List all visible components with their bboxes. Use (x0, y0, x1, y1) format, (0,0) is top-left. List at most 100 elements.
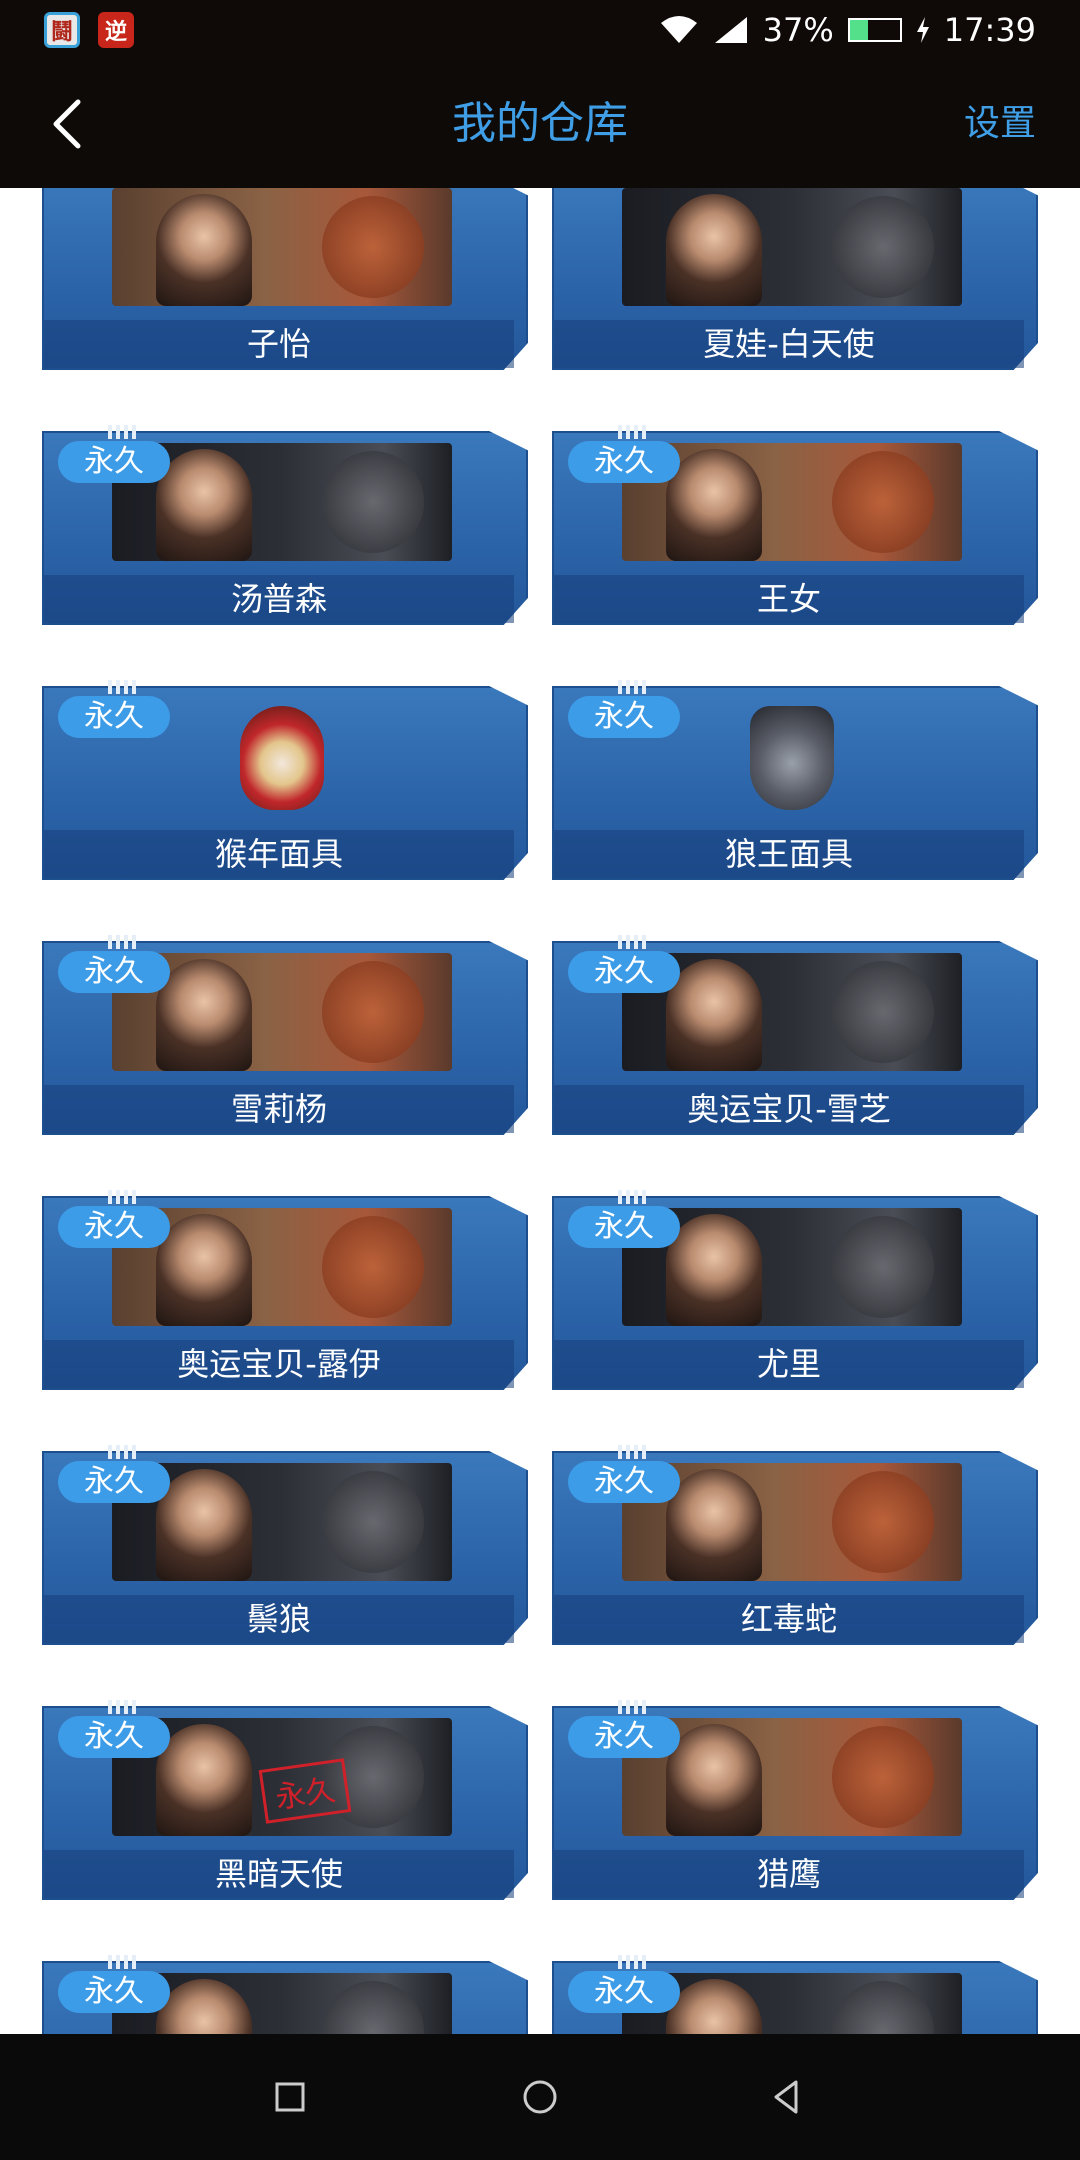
warehouse-grid[interactable]: 子怡 夏娃-白天使 永久 汤普森 永久 王女 永久 猴年面具 永久 狼王面具 永久 雪莉杨 永久 奥运宝贝… (0, 188, 1080, 2034)
card-notch-decoration (108, 1190, 138, 1204)
navigation-bar (0, 2034, 1080, 2160)
permanent-badge: 永久 (568, 1206, 680, 1248)
class-emblem-icon (832, 1216, 934, 1318)
item-image (622, 188, 962, 306)
permanent-badge: 永久 (58, 1971, 170, 2013)
warehouse-item-card[interactable]: 永久王女 (552, 425, 1038, 625)
class-emblem-icon (322, 1216, 424, 1318)
settings-button[interactable]: 设置 (964, 60, 1036, 188)
character-portrait (666, 1724, 762, 1836)
warehouse-item-card[interactable]: 永久尤里 (552, 1190, 1038, 1390)
class-emblem-icon (832, 1471, 934, 1573)
class-emblem-icon (832, 1726, 934, 1828)
warehouse-item-card[interactable]: 永久汤普森 (42, 425, 528, 625)
item-name: 猎鹰 (756, 1855, 821, 1893)
card-notch-decoration (618, 425, 648, 439)
item-name: 汤普森 (230, 580, 327, 618)
character-portrait (666, 1469, 762, 1581)
permanent-badge: 永久 (58, 951, 170, 993)
card-notch-decoration (108, 1445, 138, 1459)
warehouse-item-card[interactable]: 永久奥运宝贝-雪芝 (552, 935, 1038, 1135)
character-portrait (666, 1214, 762, 1326)
item-name: 雪莉杨 (230, 1090, 327, 1128)
class-emblem-icon (322, 451, 424, 553)
warehouse-item-card[interactable]: 永久 (552, 1955, 1038, 2034)
warehouse-item-card[interactable]: 永久奥运宝贝-露伊 (42, 1190, 528, 1390)
warehouse-item-card[interactable]: 永久 (42, 1955, 528, 2034)
item-name: 奥运宝贝-露伊 (177, 1345, 381, 1383)
character-portrait (666, 449, 762, 561)
permanent-badge: 永久 (58, 1716, 170, 1758)
status-indicators: 37% 17:39 (659, 0, 1036, 60)
card-notch-decoration (618, 1700, 648, 1714)
character-portrait (666, 194, 762, 306)
item-name: 红毒蛇 (740, 1600, 837, 1638)
card-notch-decoration (618, 1955, 648, 1969)
item-name: 奥运宝贝-雪芝 (687, 1090, 891, 1128)
character-portrait (156, 1724, 252, 1836)
item-name: 猴年面具 (214, 835, 343, 873)
warehouse-item-card[interactable]: 永久猎鹰 (552, 1700, 1038, 1900)
warehouse-item-card[interactable]: 夏娃-白天使 (552, 188, 1038, 370)
app-notification-icon: 鬪 (44, 12, 80, 48)
item-image (112, 188, 452, 306)
square-icon[interactable] (265, 2072, 315, 2122)
class-emblem-icon (832, 961, 934, 1063)
permanent-badge: 永久 (58, 696, 170, 738)
item-name: 尤里 (756, 1345, 821, 1383)
page-title: 我的仓库 (452, 98, 628, 149)
warehouse-item-card[interactable]: 永久 永久 黑暗天使 (42, 1700, 528, 1900)
class-emblem-icon (832, 1981, 934, 2034)
signal-icon (714, 17, 747, 43)
class-emblem-icon (322, 1981, 424, 2034)
class-emblem-icon (322, 196, 424, 298)
card-notch-decoration (618, 1190, 648, 1204)
warehouse-item-card[interactable]: 永久红毒蛇 (552, 1445, 1038, 1645)
warehouse-item-card[interactable]: 子怡 (42, 188, 528, 370)
warehouse-item-card[interactable]: 永久鬃狼 (42, 1445, 528, 1645)
permanent-badge: 永久 (568, 1716, 680, 1758)
item-name: 狼王面具 (724, 835, 853, 873)
battery-icon (847, 18, 902, 42)
item-name: 鬃狼 (246, 1600, 311, 1638)
character-portrait (156, 1214, 252, 1326)
character-portrait (156, 449, 252, 561)
permanent-badge: 永久 (58, 1461, 170, 1503)
status-bar: 鬪 逆 37% 17:39 (0, 0, 1080, 60)
card-notch-decoration (618, 1445, 648, 1459)
card-notch-decoration (108, 1700, 138, 1714)
permanent-badge: 永久 (568, 1461, 680, 1503)
class-emblem-icon (322, 961, 424, 1063)
character-portrait (156, 959, 252, 1071)
battery-level (849, 20, 869, 40)
permanent-badge: 永久 (568, 1971, 680, 2013)
card-notch-decoration (108, 680, 138, 694)
card-notch-decoration (108, 935, 138, 949)
item-name: 王女 (756, 580, 821, 618)
character-portrait (156, 1469, 252, 1581)
character-portrait (156, 194, 252, 306)
class-emblem-icon (322, 1471, 424, 1573)
character-portrait (666, 1979, 762, 2034)
permanent-badge: 永久 (568, 951, 680, 993)
class-emblem-icon (832, 196, 934, 298)
card-notch-decoration (108, 425, 138, 439)
permanent-badge: 永久 (58, 1206, 170, 1248)
wifi-icon (660, 16, 697, 43)
item-name: 黑暗天使 (214, 1855, 343, 1893)
card-notch-decoration (108, 1955, 138, 1969)
permanent-badge: 永久 (58, 441, 170, 483)
warehouse-item-card[interactable]: 永久 狼王面具 (552, 680, 1038, 880)
wolf-mask-icon (750, 706, 834, 810)
charging-icon (916, 17, 929, 43)
permanent-badge: 永久 (568, 441, 680, 483)
card-notch-decoration (618, 935, 648, 949)
app-notification-icon: 逆 (98, 12, 134, 48)
battery-percent: 37% (762, 11, 834, 49)
item-name: 子怡 (246, 325, 311, 363)
warehouse-item-card[interactable]: 永久雪莉杨 (42, 935, 528, 1135)
triangle-back-icon[interactable] (762, 2072, 812, 2122)
circle-icon[interactable] (515, 2072, 565, 2122)
warehouse-item-card[interactable]: 永久猴年面具 (42, 680, 528, 880)
character-portrait (666, 959, 762, 1071)
